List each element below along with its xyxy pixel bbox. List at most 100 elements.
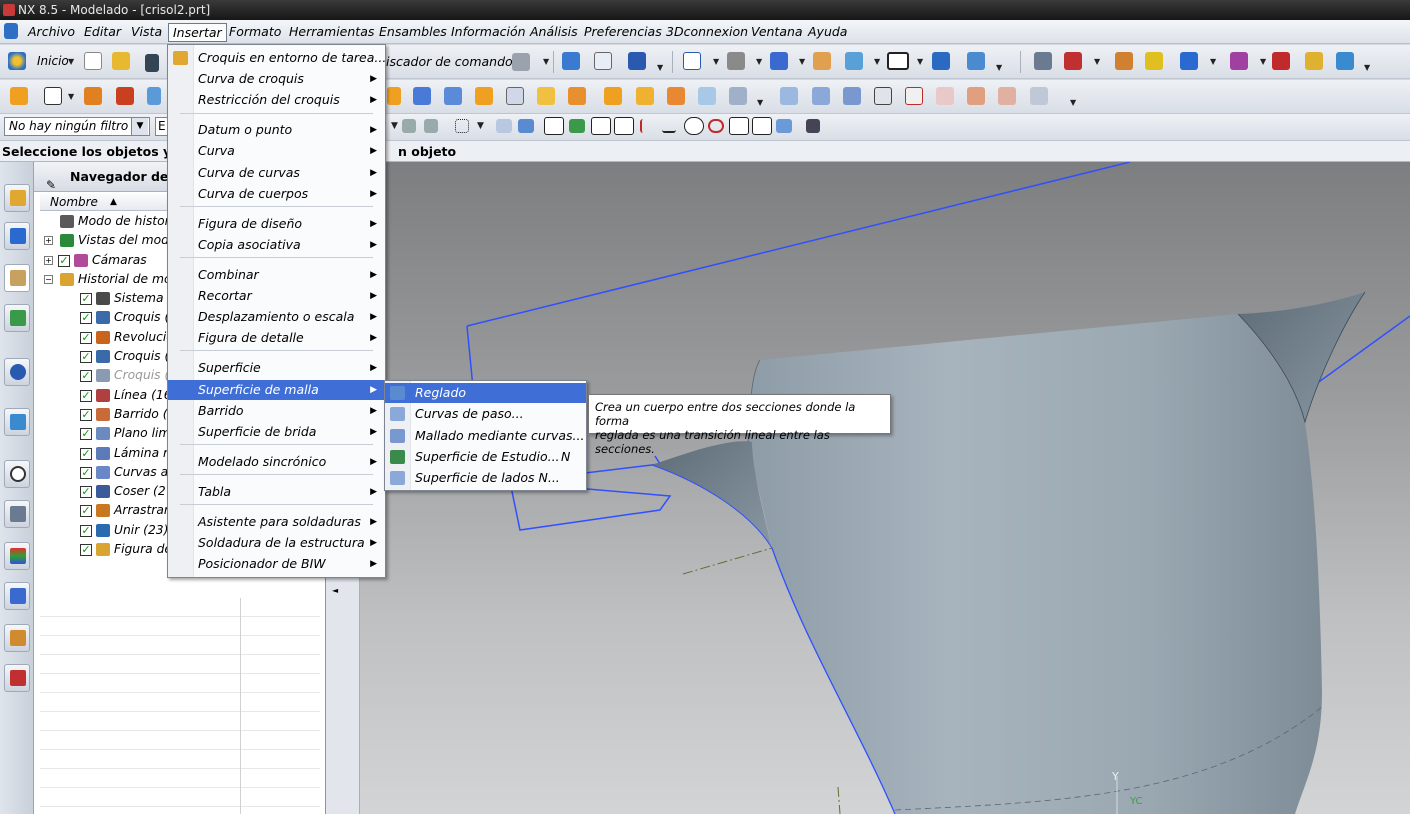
hd3d-tab[interactable] <box>4 358 30 386</box>
new-file-icon[interactable] <box>84 52 102 70</box>
snap-point-icon[interactable] <box>729 117 749 135</box>
arrow-right-icon[interactable] <box>1336 52 1354 70</box>
feature-k-icon[interactable] <box>698 87 716 105</box>
surface-h-icon[interactable] <box>998 87 1016 105</box>
insertar-menu-item[interactable]: Datum o punto ▶ <box>168 120 385 140</box>
feature-b-icon[interactable] <box>413 87 431 105</box>
insertar-menu-item[interactable]: Combinar ▶ <box>168 265 385 285</box>
surface-dropdown-icon[interactable]: ▼ <box>1070 98 1076 107</box>
visibility-checkbox[interactable]: ✓ <box>80 466 92 479</box>
visibility-checkbox[interactable]: ✓ <box>80 486 92 499</box>
snap-endpoint-icon[interactable] <box>544 117 564 135</box>
reuse-library-tab[interactable] <box>4 304 30 332</box>
visibility-checkbox[interactable]: ✓ <box>80 428 92 441</box>
snap-line-icon[interactable] <box>591 117 611 135</box>
feature-i-icon[interactable] <box>636 87 654 105</box>
menu-analisis[interactable]: Análisis <box>526 23 582 42</box>
insertar-menu-item[interactable]: Recortar ▶ <box>168 286 385 306</box>
layer-icon[interactable] <box>813 52 831 70</box>
insertar-menu-item[interactable]: Curva ▶ <box>168 141 385 161</box>
collapse-icon[interactable]: − <box>44 274 53 284</box>
mesh-submenu-item[interactable]: Curvas de paso... <box>385 404 586 424</box>
snap-extra-icon[interactable] <box>776 119 792 133</box>
plane-icon[interactable] <box>44 87 62 105</box>
insertar-menu-item[interactable]: Copia asociativa ▶ <box>168 235 385 255</box>
sketch-icon[interactable] <box>10 87 28 105</box>
visibility-checkbox[interactable]: ✓ <box>80 312 92 325</box>
insertar-menu-item[interactable]: Figura de detalle ▶ <box>168 328 385 348</box>
constraint-navigator-tab[interactable] <box>4 222 30 250</box>
sketch-plane-upper[interactable] <box>466 162 1131 327</box>
snap-tangent-icon[interactable] <box>614 117 634 135</box>
system-scenes-tab[interactable] <box>4 664 30 692</box>
surface-c-icon[interactable] <box>843 87 861 105</box>
snap-arc-icon[interactable] <box>640 119 654 133</box>
insertar-menu-item[interactable]: Modelado sincrónico ▶ <box>168 452 385 472</box>
menu-informacion[interactable]: Información <box>447 23 530 42</box>
snap-a-icon[interactable] <box>402 119 416 133</box>
menu-archivo[interactable]: Archivo <box>24 23 79 42</box>
menu-preferencias[interactable]: Preferencias <box>580 23 666 42</box>
insertar-menu-item[interactable]: Asistente para soldaduras ▶ <box>168 512 385 532</box>
zoom-fit-icon[interactable] <box>683 52 701 70</box>
system-materials-tab[interactable] <box>4 500 30 528</box>
insertar-menu-item[interactable]: Superficie ▶ <box>168 358 385 378</box>
feature-e-icon[interactable] <box>506 87 524 105</box>
menu-ensambles[interactable]: Ensambles <box>375 23 451 42</box>
dimension-dropdown-icon[interactable]: ▼ <box>1260 57 1266 66</box>
background-dropdown-icon[interactable]: ▼ <box>917 57 923 66</box>
crucible-body[interactable] <box>748 314 1322 814</box>
plane-dropdown-icon[interactable]: ▼ <box>68 92 74 101</box>
insertar-menu-item[interactable]: Tabla ▶ <box>168 482 385 502</box>
visibility-checkbox[interactable]: ✓ <box>80 447 92 460</box>
history-tab[interactable] <box>4 460 30 488</box>
measure-icon[interactable] <box>1064 52 1082 70</box>
expand-icon[interactable]: + <box>44 236 53 246</box>
inicio-button[interactable]: Inicio <box>37 54 69 68</box>
menu-formato[interactable]: Formato <box>225 23 285 42</box>
panel-scroll-left-icon[interactable]: ◄ <box>332 586 338 595</box>
zoom-dropdown-icon[interactable]: ▼ <box>713 57 719 66</box>
visibility-checkbox[interactable]: ✓ <box>80 351 92 364</box>
surface-f-icon[interactable] <box>936 87 954 105</box>
type-filter-dropdown-icon[interactable]: ▼ <box>131 118 148 135</box>
save-icon[interactable] <box>145 54 159 72</box>
analysis-icon[interactable] <box>1145 52 1163 70</box>
visibility-checkbox[interactable]: ✓ <box>80 370 92 383</box>
orient-icon[interactable] <box>594 52 612 70</box>
feature-j-icon[interactable] <box>667 87 685 105</box>
background-icon[interactable] <box>887 52 909 70</box>
snap-icon[interactable] <box>1115 52 1133 70</box>
block-icon[interactable] <box>147 87 161 105</box>
insertar-menu-item[interactable]: Posicionador de BIW ▶ <box>168 554 385 574</box>
menu-vista[interactable]: Vista <box>127 23 166 42</box>
surface-a-icon[interactable] <box>780 87 798 105</box>
surface-g-icon[interactable] <box>967 87 985 105</box>
mesh-submenu-item[interactable]: Superficie de lados N... <box>385 468 586 488</box>
app-menu-icon[interactable] <box>4 23 18 39</box>
play-dropdown-icon[interactable]: ▼ <box>1210 57 1216 66</box>
more-dropdown-icon[interactable]: ▼ <box>1364 63 1370 72</box>
open-folder-icon[interactable] <box>112 52 130 70</box>
surface-d-icon[interactable] <box>874 87 892 105</box>
snap-b-icon[interactable] <box>424 119 438 133</box>
assembly-navigator-tab[interactable] <box>4 184 30 212</box>
revolve-icon[interactable] <box>116 87 134 105</box>
snap-perpendicular-icon[interactable] <box>662 119 676 133</box>
menu-ayuda[interactable]: Ayuda <box>804 23 851 42</box>
assembly-dropdown-icon[interactable]: ▼ <box>996 63 1002 72</box>
mesh-submenu-item[interactable]: Mallado mediante curvas... <box>385 426 586 446</box>
insertar-menu-item[interactable]: Curva de croquis ▶ <box>168 69 385 89</box>
visibility-checkbox[interactable]: ✓ <box>80 293 92 306</box>
expand-icon[interactable]: + <box>44 255 53 265</box>
menu-editar[interactable]: Editar <box>80 23 125 42</box>
feature-d-icon[interactable] <box>475 87 493 105</box>
feature-h-icon[interactable] <box>604 87 622 105</box>
insertar-menu-item[interactable]: Barrido ▶ <box>168 401 385 421</box>
visibility-checkbox[interactable]: ✓ <box>80 524 92 537</box>
snap-center-icon[interactable] <box>684 117 704 135</box>
ruler-icon[interactable] <box>1272 52 1290 70</box>
roles-tab[interactable] <box>4 624 30 652</box>
fit-icon[interactable] <box>562 52 580 70</box>
dimension-icon[interactable] <box>1230 52 1248 70</box>
